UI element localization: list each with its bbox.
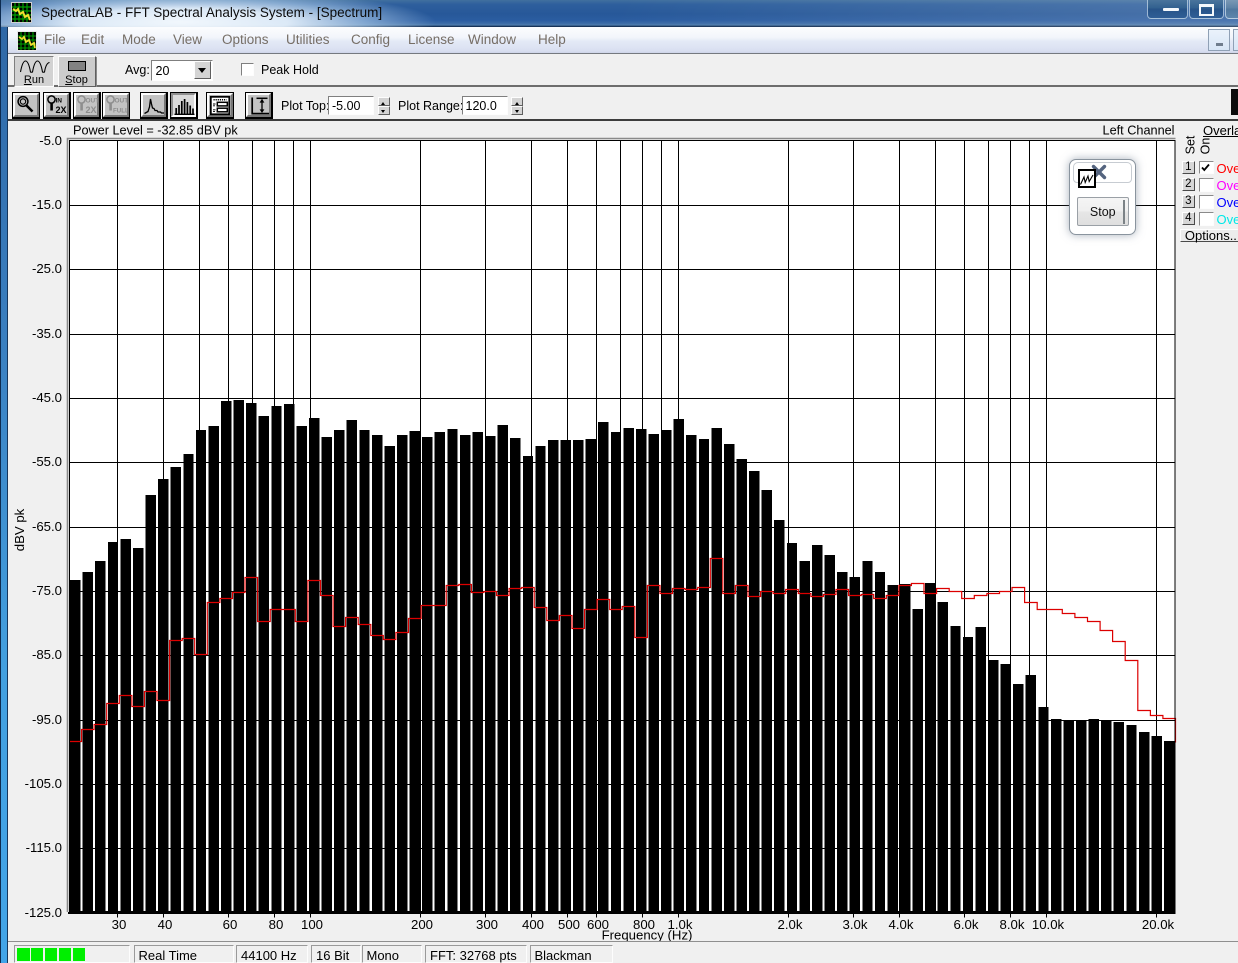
svg-text:100: 100 xyxy=(301,917,323,932)
svg-text:3.0k: 3.0k xyxy=(843,917,868,932)
svg-text:-125.0: -125.0 xyxy=(25,905,62,920)
svg-text:2X: 2X xyxy=(86,105,97,115)
svg-text:2.0k: 2.0k xyxy=(778,917,803,932)
svg-text:-85.0: -85.0 xyxy=(32,647,62,662)
svg-text:2X: 2X xyxy=(56,105,67,115)
svg-text:10.0k: 10.0k xyxy=(1032,917,1065,932)
svg-text:-5.0: -5.0 xyxy=(39,133,62,148)
svg-text:-15.0: -15.0 xyxy=(32,197,62,212)
svg-text:80: 80 xyxy=(269,917,284,932)
svg-text:FULL: FULL xyxy=(113,107,127,114)
svg-text:-35.0: -35.0 xyxy=(32,326,62,341)
svg-text:Power Level = -32.85 dBV pk: Power Level = -32.85 dBV pk xyxy=(73,124,238,138)
svg-text:-25.0: -25.0 xyxy=(32,261,62,276)
svg-text:8.0k: 8.0k xyxy=(1000,917,1025,932)
svg-text:-105.0: -105.0 xyxy=(25,776,62,791)
svg-text:400: 400 xyxy=(522,917,544,932)
svg-text:OUT: OUT xyxy=(86,97,99,104)
svg-text:500: 500 xyxy=(558,917,580,932)
svg-text:40: 40 xyxy=(158,917,173,932)
svg-text:-95.0: -95.0 xyxy=(32,712,62,727)
svg-text:-55.0: -55.0 xyxy=(32,454,62,469)
svg-text:IN: IN xyxy=(56,97,63,104)
svg-text:6.0k: 6.0k xyxy=(954,917,979,932)
svg-text:4.0k: 4.0k xyxy=(889,917,914,932)
svg-text:-75.0: -75.0 xyxy=(32,583,62,598)
svg-text:200: 200 xyxy=(411,917,433,932)
svg-text:-45.0: -45.0 xyxy=(32,390,62,405)
svg-text:dBV pk: dBV pk xyxy=(12,508,27,551)
svg-text:Left Channel: Left Channel xyxy=(1103,124,1175,138)
svg-text:-115.0: -115.0 xyxy=(26,840,62,855)
svg-text:OUT: OUT xyxy=(115,97,128,104)
svg-text:-65.0: -65.0 xyxy=(32,519,62,534)
svg-text:30: 30 xyxy=(112,917,127,932)
svg-text:60: 60 xyxy=(223,917,238,932)
svg-text:20.0k: 20.0k xyxy=(1142,917,1175,932)
svg-text:300: 300 xyxy=(476,917,498,932)
